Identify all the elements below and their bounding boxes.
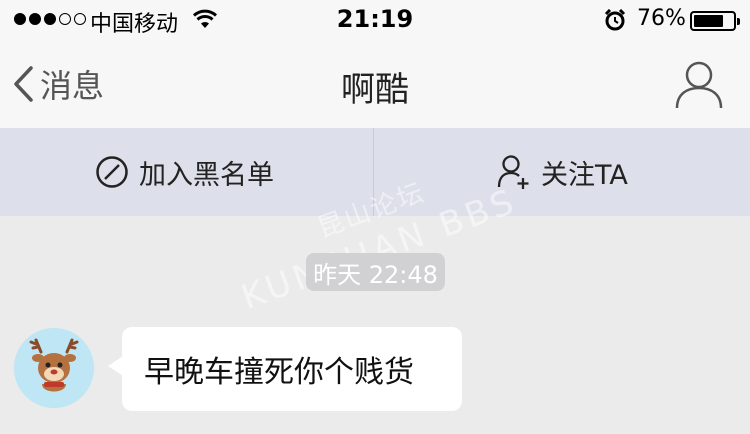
battery-percent: 76%	[637, 6, 686, 31]
follow-button[interactable]: 关注TA	[497, 128, 628, 216]
navigation-bar: 消息 啊酷	[0, 40, 750, 128]
action-bar: 加入黑名单 关注TA	[0, 128, 750, 216]
block-icon	[96, 156, 128, 188]
add-person-icon	[497, 155, 529, 189]
action-divider	[373, 128, 374, 216]
bubble-tail	[108, 356, 123, 376]
message-text: 早晚车撞死你个贱货	[144, 355, 414, 390]
person-icon[interactable]	[674, 58, 724, 110]
avatar[interactable]	[14, 328, 94, 408]
reindeer-avatar-icon	[14, 328, 94, 408]
page-title: 啊酷	[341, 70, 409, 110]
follow-label: 关注TA	[541, 159, 628, 191]
message-timestamp: 昨天 22:48	[306, 253, 445, 291]
add-to-blacklist-button[interactable]: 加入黑名单	[95, 128, 274, 216]
message-bubble[interactable]: 早晚车撞死你个贱货	[122, 327, 462, 411]
alarm-clock-icon	[604, 9, 626, 31]
blacklist-label: 加入黑名单	[139, 159, 274, 191]
battery-icon	[690, 11, 740, 31]
battery-level-fill	[694, 15, 723, 27]
status-bar: 中国移动 21:19 76%	[0, 0, 750, 40]
